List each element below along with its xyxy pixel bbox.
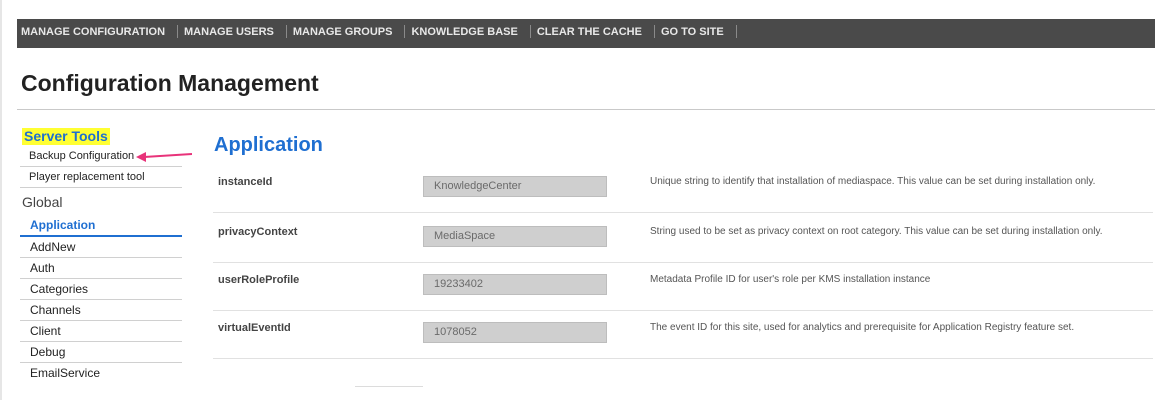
privacycontext-field[interactable] <box>423 226 607 247</box>
config-row-privacycontext: privacyContext String used to be set as … <box>213 212 1153 263</box>
sidebar-item-label: Player replacement tool <box>29 171 145 183</box>
nav-go-to-site[interactable]: GO TO SITE <box>655 25 737 38</box>
virtualeventid-field[interactable] <box>423 322 607 343</box>
config-row-userroleprofile: userRoleProfile Metadata Profile ID for … <box>213 260 1153 311</box>
page-edge <box>0 0 2 400</box>
section-title: Application <box>214 134 323 156</box>
userroleprofile-field[interactable] <box>423 274 607 295</box>
field-label: virtualEventId <box>218 322 291 334</box>
sidebar-item-addnew[interactable]: AddNew <box>20 237 182 258</box>
sidebar-item-player-replacement-tool[interactable]: Player replacement tool <box>20 167 182 188</box>
instanceid-field[interactable] <box>423 176 607 197</box>
server-tools-heading: Server Tools <box>22 128 110 145</box>
global-heading: Global <box>22 194 63 210</box>
config-row-virtualeventid: virtualEventId The event ID for this sit… <box>213 308 1153 359</box>
sidebar-item-categories[interactable]: Categories <box>20 279 182 300</box>
field-description: The event ID for this site, used for ana… <box>650 322 1075 333</box>
top-navigation-bar: MANAGE CONFIGURATION MANAGE USERS MANAGE… <box>17 19 1155 48</box>
sidebar-item-application[interactable]: Application <box>20 215 182 237</box>
server-tools-heading-wrap: Server Tools <box>20 128 182 146</box>
field-description: Metadata Profile ID for user's role per … <box>650 274 931 285</box>
field-description: String used to be set as privacy context… <box>650 226 1103 237</box>
sidebar-item-client[interactable]: Client <box>20 321 182 342</box>
title-divider <box>17 109 1155 110</box>
sidebar-item-emailservice[interactable]: EmailService <box>20 363 182 383</box>
nav-clear-the-cache[interactable]: CLEAR THE CACHE <box>531 25 655 38</box>
sidebar-item-backup-configuration[interactable]: Backup Configuration <box>20 146 192 167</box>
sidebar-item-label: Backup Configuration <box>29 150 135 162</box>
sidebar-item-debug[interactable]: Debug <box>20 342 182 363</box>
nav-knowledge-base[interactable]: KNOWLEDGE BASE <box>405 25 531 38</box>
field-label: userRoleProfile <box>218 274 300 286</box>
field-label: privacyContext <box>218 226 298 238</box>
field-label: instanceId <box>218 176 273 188</box>
sidebar-item-channels[interactable]: Channels <box>20 300 182 321</box>
nav-manage-users[interactable]: MANAGE USERS <box>178 25 287 38</box>
sidebar: Server Tools Backup Configuration Player… <box>20 128 192 383</box>
nav-manage-configuration[interactable]: MANAGE CONFIGURATION <box>17 25 179 38</box>
config-row-instanceid: instanceId Unique string to identify tha… <box>213 162 1153 213</box>
content-divider-stub <box>355 386 423 387</box>
page-title: Configuration Management <box>21 70 319 96</box>
field-description: Unique string to identify that installat… <box>650 176 1096 187</box>
nav-manage-groups[interactable]: MANAGE GROUPS <box>287 25 406 38</box>
sidebar-item-auth[interactable]: Auth <box>20 258 182 279</box>
pointer-arrow-icon <box>136 152 192 162</box>
